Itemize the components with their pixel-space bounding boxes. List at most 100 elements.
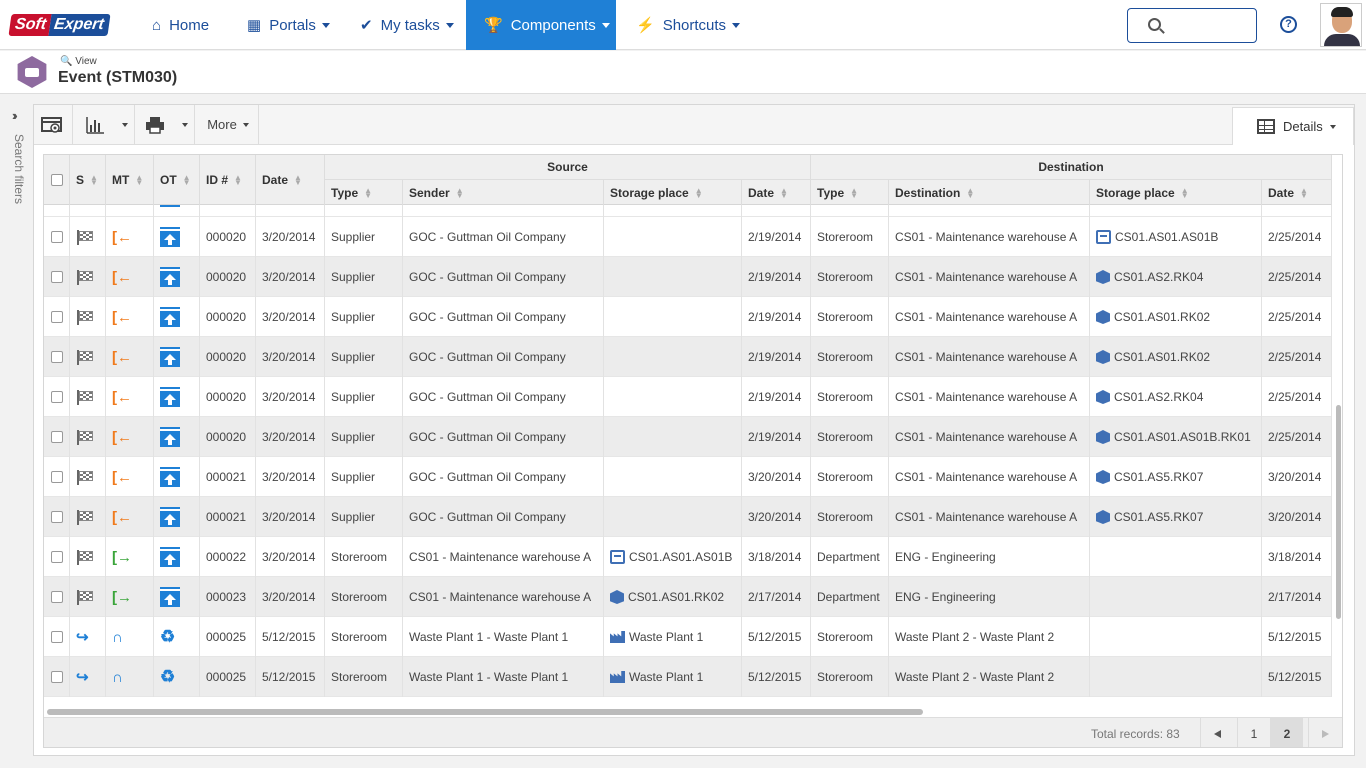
checkbox-box[interactable] <box>51 471 63 483</box>
table-row[interactable]: [← 000021 3/20/2014 Supplier GOC - Guttman O… <box>44 497 1332 537</box>
row-checkbox[interactable] <box>44 297 70 337</box>
checkbox-box[interactable] <box>51 391 63 403</box>
select-all-checkbox[interactable] <box>44 155 70 205</box>
print-button[interactable] <box>142 105 168 144</box>
help-icon[interactable]: ? <box>1280 16 1297 33</box>
cell-ot <box>154 205 200 217</box>
next-page-button[interactable] <box>1308 718 1341 747</box>
check-icon: ✔ <box>360 17 373 34</box>
table-row[interactable]: [←0000203/20/2014SupplierGOC - Guttman O… <box>44 417 1332 457</box>
chevron-down-icon <box>242 122 249 127</box>
cell-text: Supplier <box>331 350 376 364</box>
col-dst-storage[interactable]: Storage place ▲ ▼ <box>1090 180 1262 205</box>
col-sender[interactable]: Sender ▲ ▼ <box>403 180 604 205</box>
nav-portals[interactable]: ▦ Portals <box>247 0 330 50</box>
softexpert-logo[interactable]: Soft Expert <box>8 14 111 36</box>
cell-text: CS01 - Maintenance warehouse A <box>895 390 1078 404</box>
checkbox-box[interactable] <box>51 231 63 243</box>
nav-components[interactable]: 🏆 Components <box>466 0 616 50</box>
view-breadcrumb[interactable]: 🔍 View <box>60 56 97 67</box>
col-src-type-label: Type <box>331 185 359 200</box>
row-checkbox[interactable] <box>44 617 70 657</box>
col-dst-type[interactable]: Type ▲ ▼ <box>811 180 889 205</box>
page-1-button[interactable]: 1 <box>1237 718 1270 747</box>
table-row[interactable]: [←0000203/20/2014SupplierGOC - Guttman O… <box>44 377 1332 417</box>
table-row[interactable]: [→ 000022 3/20/2014 Storeroom CS01 - Mainten… <box>44 537 1332 577</box>
row-checkbox[interactable] <box>44 205 70 217</box>
col-s[interactable]: S ▲ ▼ <box>70 155 106 205</box>
details-view-tab[interactable]: Details <box>1232 107 1354 145</box>
checkbox-box[interactable] <box>51 591 63 603</box>
table-row[interactable]: ↪ ∩ ♻ 000025 5/12/2015 Storeroom Waste Plant 1… <box>44 617 1332 657</box>
table-row[interactable]: [→ 000023 3/20/2014 Storeroom CS01 - Mainten… <box>44 577 1332 617</box>
page-2-button[interactable]: 2 <box>1270 718 1303 747</box>
vertical-scrollbar[interactable] <box>1336 405 1341 619</box>
search-filters-rail[interactable]: ›› Search filters <box>0 104 32 304</box>
col-src-date[interactable]: Date ▲ ▼ <box>742 180 811 205</box>
grid-header: S ▲ ▼ MT ▲ ▼ OT ▲ ▼ ID # ▲ ▼ Date ▲ ▼ Source Desti… <box>44 155 1332 205</box>
cell-dst-type: Storeroom <box>811 417 889 457</box>
print-dropdown-button[interactable] <box>180 105 190 144</box>
row-checkbox[interactable] <box>44 577 70 617</box>
col-id[interactable]: ID # ▲ ▼ <box>200 155 256 205</box>
col-src-storage[interactable]: Storage place ▲ ▼ <box>604 180 742 205</box>
col-date[interactable]: Date ▲ ▼ <box>256 155 325 205</box>
checkbox-box[interactable] <box>51 631 63 643</box>
row-checkbox[interactable] <box>44 217 70 257</box>
cell-dst-storage: CS01.AS01.AS01B.RK01 <box>1090 417 1262 457</box>
checkbox-box[interactable] <box>51 431 63 443</box>
nav-my-tasks[interactable]: ✔ My tasks <box>360 0 454 50</box>
row-checkbox[interactable] <box>44 457 70 497</box>
expand-chevron-icon[interactable]: ›› <box>12 108 17 123</box>
table-row[interactable]: [←0000203/20/2014SupplierGOC - Guttman O… <box>44 205 1332 217</box>
cell-dst-type: Storeroom <box>811 257 889 297</box>
checkbox-box[interactable] <box>51 551 63 563</box>
nav-shortcuts[interactable]: ⚡ Shortcuts <box>636 0 741 50</box>
checkbox-box[interactable] <box>51 351 63 363</box>
user-avatar[interactable] <box>1320 3 1362 47</box>
global-search-input[interactable] <box>1127 8 1257 43</box>
cell-id: 000021 <box>200 497 256 537</box>
prev-page-button[interactable] <box>1200 718 1233 747</box>
horizontal-scrollbar[interactable] <box>47 709 923 715</box>
cell-sender: GOC - Guttman Oil Company <box>403 377 604 417</box>
cell-text: 2/19/2014 <box>748 230 802 244</box>
table-row[interactable]: [←0000203/20/2014SupplierGOC - Guttman O… <box>44 217 1332 257</box>
chevron-down-icon <box>601 22 610 28</box>
chart-dropdown-button[interactable] <box>120 105 130 144</box>
nav-home[interactable]: ⌂ Home <box>152 0 209 50</box>
table-row[interactable]: [←0000203/20/2014SupplierGOC - Guttman O… <box>44 297 1332 337</box>
cell-id: 000021 <box>200 457 256 497</box>
checkbox-box[interactable] <box>51 311 63 323</box>
table-row[interactable]: [← 000021 3/20/2014 Supplier GOC - Guttman O… <box>44 457 1332 497</box>
details-label: Details <box>1283 119 1323 134</box>
view-record-button[interactable] <box>34 105 70 144</box>
cell-mt: [→ <box>106 577 154 617</box>
row-checkbox[interactable] <box>44 257 70 297</box>
more-button[interactable]: More <box>198 105 258 144</box>
col-mt[interactable]: MT ▲ ▼ <box>106 155 154 205</box>
cell-dst-type: Storeroom <box>811 617 889 657</box>
cell-dst-storage: CS01.AS2.RK04 <box>1090 257 1262 297</box>
col-ot[interactable]: OT ▲ ▼ <box>154 155 200 205</box>
cell-mt: [← <box>106 257 154 297</box>
row-checkbox[interactable] <box>44 377 70 417</box>
row-checkbox[interactable] <box>44 337 70 377</box>
row-checkbox[interactable] <box>44 657 70 697</box>
sort-icon: ▲ ▼ <box>294 173 302 187</box>
cell-src-type: Supplier <box>325 337 403 377</box>
cell-ot <box>154 377 200 417</box>
table-row[interactable]: [←0000203/20/2014SupplierGOC - Guttman O… <box>44 337 1332 377</box>
row-checkbox[interactable] <box>44 417 70 457</box>
row-checkbox[interactable] <box>44 497 70 537</box>
chart-button[interactable] <box>80 105 110 144</box>
table-row[interactable]: [←0000203/20/2014SupplierGOC - Guttman O… <box>44 257 1332 297</box>
table-row[interactable]: ↪ ∩ ♻ 000025 5/12/2015 Storeroom Waste Plant 1… <box>44 657 1332 697</box>
col-destination[interactable]: Destination ▲ ▼ <box>889 180 1090 205</box>
row-checkbox[interactable] <box>44 537 70 577</box>
col-src-type[interactable]: Type ▲ ▼ <box>325 180 403 205</box>
checkbox-box[interactable] <box>51 671 63 683</box>
checkbox-box[interactable] <box>51 271 63 283</box>
checkbox-box[interactable] <box>51 511 63 523</box>
col-dst-date[interactable]: Date ▲ ▼ <box>1262 180 1332 205</box>
